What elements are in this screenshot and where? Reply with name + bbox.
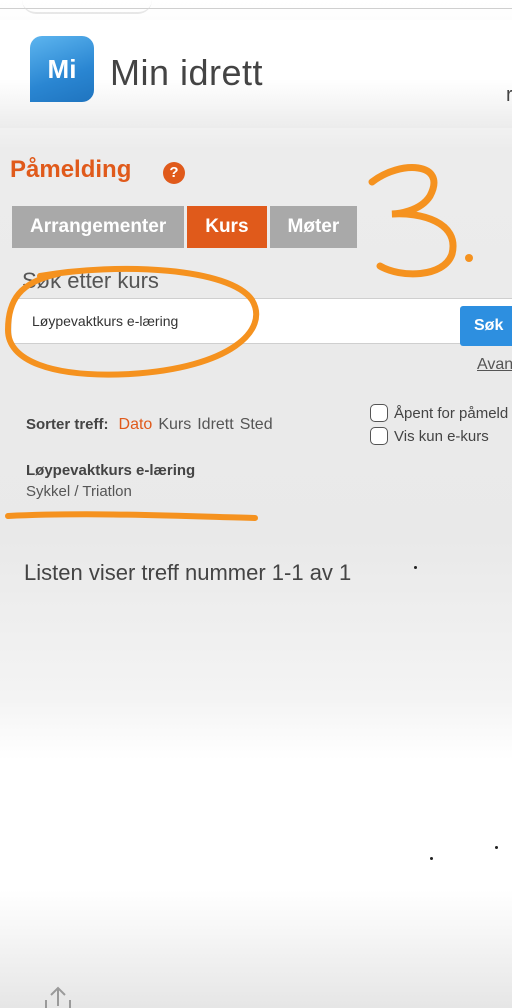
sort-label: Sorter treff:	[26, 416, 109, 433]
search-input[interactable]	[22, 302, 452, 340]
page-title: Påmelding	[10, 156, 132, 183]
sort-option-kurs[interactable]: Kurs	[158, 416, 191, 434]
speck	[414, 566, 417, 569]
filter-only-e-courses[interactable]: Vis kun e-kurs	[370, 427, 489, 445]
filter-label-e-courses: Vis kun e-kurs	[394, 427, 489, 445]
annotation-underline-result	[5, 511, 258, 521]
logo-text[interactable]: Min idrett	[110, 52, 263, 94]
checkbox-e-courses[interactable]	[370, 427, 388, 445]
checkbox-open[interactable]	[370, 404, 388, 422]
sort-option-sted[interactable]: Sted	[240, 416, 273, 434]
tab-arrangementer[interactable]: Arrangementer	[12, 206, 185, 248]
speck	[430, 857, 433, 860]
logo-badge[interactable]: Mi	[30, 36, 94, 102]
sort-option-dato[interactable]: Dato	[119, 416, 153, 434]
status-bar-remnant	[22, 0, 152, 14]
share-icon[interactable]	[38, 984, 78, 1008]
list-summary: Listen viser treff nummer 1-1 av 1	[24, 560, 352, 585]
search-button[interactable]: Søk	[460, 306, 512, 346]
result-subtitle: Sykkel / Triatlon	[26, 483, 132, 500]
sort-option-idrett[interactable]: Idrett	[197, 416, 233, 434]
tab-moter[interactable]: Møter	[269, 206, 358, 248]
tab-bar: Arrangementer Kurs Møter	[12, 206, 358, 248]
search-label: Søk etter kurs	[22, 268, 159, 293]
filter-open-for-registration[interactable]: Åpent for påmeld	[370, 404, 508, 422]
hand-drawn-annotations	[4, 164, 473, 521]
help-icon[interactable]: ?	[163, 162, 185, 184]
app-header: Mi Min idrett r	[0, 20, 512, 128]
annotation-digit-three	[368, 164, 457, 278]
result-title[interactable]: Løypevaktkurs e-læring	[26, 462, 195, 479]
header-edge-text: r	[506, 84, 512, 106]
sort-options: Sorter treff: Dato Kurs Idrett Sted	[26, 416, 273, 434]
filter-label-open: Åpent for påmeld	[394, 404, 509, 422]
annotation-period	[465, 254, 473, 262]
advanced-search-link[interactable]: Avan	[477, 356, 512, 374]
speck	[495, 846, 498, 849]
tab-kurs[interactable]: Kurs	[187, 206, 267, 248]
